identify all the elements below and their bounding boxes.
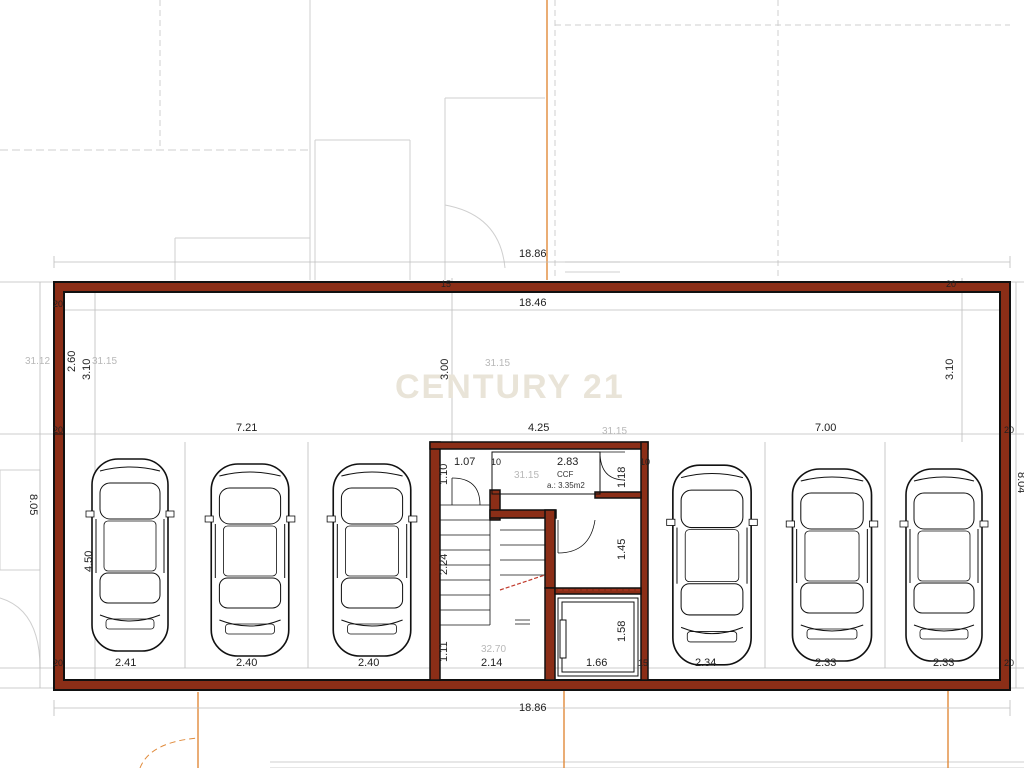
car-icon: [899, 468, 989, 662]
dim-bay-right-width: 7.00: [815, 422, 836, 434]
dim-lift-depth: 1.58: [616, 621, 628, 642]
dim-bay-right-1: 2.34: [695, 657, 716, 669]
dim-aisle-right: 3.10: [944, 359, 956, 380]
dim-wall-bottom-core: 15: [638, 658, 648, 668]
room-area: a.: 3.35m2: [547, 481, 585, 490]
floor-plan-drawing: CENTURY 21 31.12 31.15 31.15 31.15 31.15…: [0, 0, 1024, 768]
dim-top-inner: 18.46: [519, 297, 547, 309]
level-ccf: 31.15: [514, 470, 539, 481]
dim-right-side: 8.04: [1015, 472, 1024, 493]
dim-aisle-left-small: 2.60: [66, 351, 78, 372]
dim-bay-left-1: 2.41: [115, 657, 136, 669]
car-icons: [85, 458, 989, 666]
dim-wall-tl: 20: [53, 299, 63, 309]
dim-bay-left-3: 2.40: [358, 657, 379, 669]
level-core: 31.15: [602, 426, 627, 437]
dim-bay-left-width: 7.21: [236, 422, 257, 434]
watermark-logo: CENTURY 21: [395, 368, 625, 406]
dim-wall-br: 20: [1004, 658, 1014, 668]
dim-left-side: 8.05: [27, 494, 39, 515]
dim-aisle-left: 3.10: [81, 359, 93, 380]
dim-core-width: 4.25: [528, 422, 549, 434]
dim-lift-width: 1.66: [586, 657, 607, 669]
dim-core-left-height: 1.10: [438, 464, 450, 485]
dim-aisle-center: 3.00: [439, 359, 451, 380]
car-icon: [85, 458, 175, 652]
room-label: CCF: [557, 470, 574, 479]
dimension-labels: 18.86 18.46 18.86 7.21 4.25 7.00 2.60 3.…: [27, 248, 1024, 714]
dim-wall-top-mid: 15: [441, 279, 451, 289]
dim-stair-landing: 1.07: [454, 456, 475, 468]
dim-core-bottom-width: 2.14: [481, 657, 502, 669]
dim-bay-right-2: 2.33: [815, 657, 836, 669]
dim-bay-right-3: 2.33: [933, 657, 954, 669]
dim-parking-depth: 4.50: [83, 551, 95, 572]
dim-stair-run: 2.24: [438, 554, 450, 575]
level-left-b: 31.15: [92, 356, 117, 367]
car-icon: [785, 468, 879, 662]
dim-stair-small: 10: [491, 457, 501, 467]
dim-bay-left-2: 2.40: [236, 657, 257, 669]
car-icon: [326, 463, 418, 657]
car-icon: [665, 464, 759, 666]
dim-wall-mr: 20: [1004, 425, 1014, 435]
dim-wall-ml: 20: [53, 425, 63, 435]
dim-bottom-outer: 18.86: [519, 702, 547, 714]
dim-top-outer: 18.86: [519, 248, 547, 260]
dim-ccf-small: 10: [640, 457, 650, 467]
level-left-a: 31.12: [25, 356, 50, 367]
dim-ccf-depth: 1.18: [616, 467, 628, 488]
level-aisle: 31.15: [485, 358, 510, 369]
dim-wall-tr: 20: [946, 279, 956, 289]
level-stair: 32.70: [481, 644, 506, 655]
car-icon: [204, 463, 296, 657]
dim-core-bottom-left: 1.11: [438, 641, 450, 662]
dim-wall-bl: 20: [53, 658, 63, 668]
dim-corridor: 1.45: [616, 539, 628, 560]
stair-treads: [440, 504, 546, 626]
dim-ccf-width: 2.83: [557, 456, 578, 468]
